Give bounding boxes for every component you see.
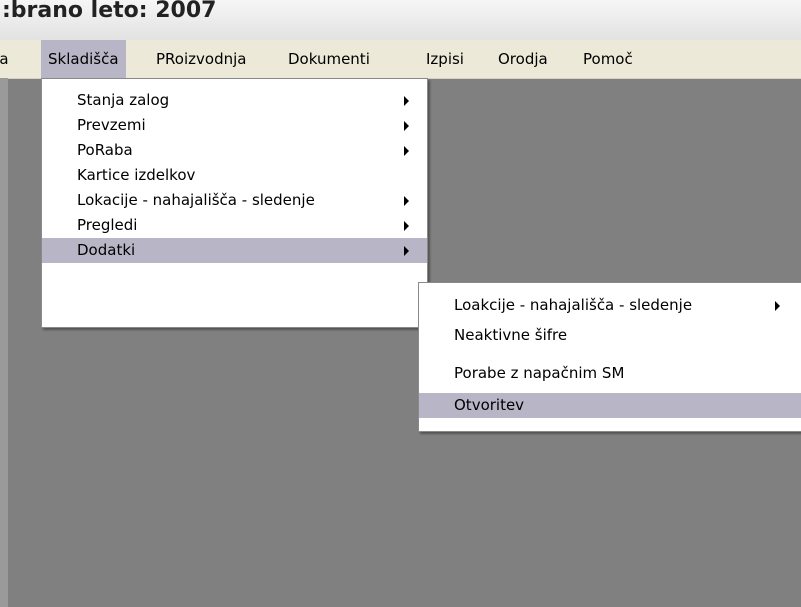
menu-item-stanja-zalog[interactable]: Stanja zalog (42, 88, 427, 113)
window-title: :brano leto: 2007 (2, 0, 217, 23)
submenu-arrow-icon (404, 121, 409, 131)
skladisca-dropdown-menu: Stanja zalog Prevzemi PoRaba Kartice izd… (41, 78, 428, 328)
submenu-item-otvoritev[interactable]: Otvoritev (419, 393, 801, 418)
window-left-edge (0, 78, 8, 607)
menu-item-lokacije[interactable]: Lokacije - nahajališča - sledenje (42, 188, 427, 213)
submenu-item-loakcije[interactable]: Loakcije - nahajališča - sledenje (419, 293, 801, 318)
menu-item-label: Dodatki (77, 241, 136, 259)
menu-skladisca[interactable]: Skladišča (41, 40, 126, 78)
menu-pomoc[interactable]: Pomoč (576, 40, 640, 78)
submenu-arrow-icon (404, 196, 409, 206)
submenu-item-neaktivne-sifre[interactable]: Neaktivne šifre (419, 323, 801, 348)
menu-item-prevzemi[interactable]: Prevzemi (42, 113, 427, 138)
menu-item-label: Neaktivne šifre (454, 326, 568, 344)
submenu-arrow-icon (404, 96, 409, 106)
menu-item-label: Prevzemi (77, 116, 146, 134)
submenu-arrow-icon (404, 221, 409, 231)
menubar: Ja Skladišča PRoizvodnja Dokumenti Izpis… (0, 40, 801, 79)
submenu-arrow-icon (404, 246, 409, 256)
menu-item-label: Pregledi (77, 216, 138, 234)
menu-item-pregledi[interactable]: Pregledi (42, 213, 427, 238)
menu-orodja[interactable]: Orodja (491, 40, 555, 78)
menu-item-poraba[interactable]: PoRaba (42, 138, 427, 163)
menu-ja[interactable]: Ja (0, 40, 16, 78)
submenu-arrow-icon (775, 301, 780, 311)
submenu-item-porabe-z-napacnim-sm[interactable]: Porabe z napačnim SM (419, 361, 801, 386)
menu-item-label: PoRaba (77, 141, 133, 159)
menu-proizvodnja[interactable]: PRoizvodnja (149, 40, 253, 78)
menu-izpisi[interactable]: Izpisi (419, 40, 471, 78)
menu-item-label: Loakcije - nahajališča - sledenje (454, 296, 693, 314)
menu-item-kartice-izdelkov[interactable]: Kartice izdelkov (42, 163, 427, 188)
menu-item-label: Porabe z napačnim SM (454, 364, 625, 382)
menu-item-label: Kartice izdelkov (77, 166, 196, 184)
menu-dokumenti[interactable]: Dokumenti (281, 40, 377, 78)
window-titlebar: :brano leto: 2007 (0, 0, 801, 41)
menu-item-label: Otvoritev (454, 396, 525, 414)
submenu-arrow-icon (404, 146, 409, 156)
menu-item-dodatki[interactable]: Dodatki (42, 238, 427, 263)
dodatki-submenu: Loakcije - nahajališča - sledenje Neakti… (418, 282, 801, 432)
menu-item-label: Lokacije - nahajališča - sledenje (77, 191, 315, 209)
menu-item-label: Stanja zalog (77, 91, 170, 109)
